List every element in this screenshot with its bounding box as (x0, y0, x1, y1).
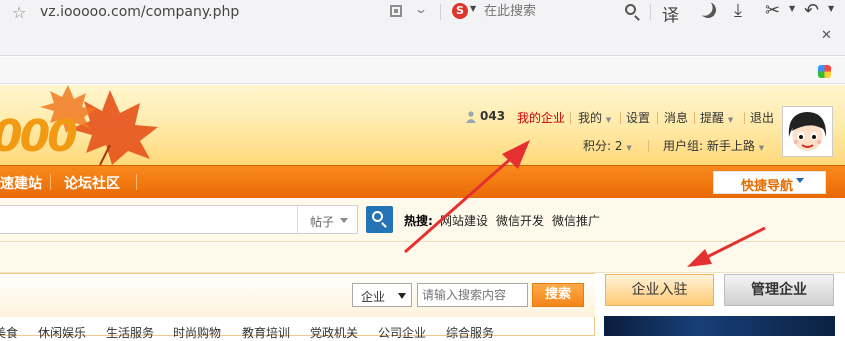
category-link[interactable]: 休闲娱乐 (38, 324, 86, 341)
bookmarks-bar (0, 57, 845, 84)
browser-search-input[interactable] (480, 2, 640, 22)
my-company-link[interactable]: 我的企业 (517, 109, 565, 126)
dark-mode-icon[interactable] (698, 0, 719, 20)
extension-icon[interactable] (818, 65, 831, 78)
reminders-link[interactable]: 提醒 ▼ (700, 109, 733, 126)
hot-search-link[interactable]: 网站建设 (440, 212, 488, 229)
user-group-label: 用户组: 新手上路 (663, 139, 755, 153)
chevron-down-icon[interactable]: ▼ (828, 4, 834, 13)
undo-icon[interactable]: ↶ (804, 0, 819, 21)
hot-search-link[interactable]: 微信推广 (552, 212, 600, 229)
category-link[interactable]: 公司企业 (378, 324, 426, 341)
divider (136, 174, 137, 190)
search-engine-dropdown-icon[interactable]: ▼ (470, 4, 476, 13)
site-search-button[interactable] (366, 206, 393, 233)
caret-down-icon (398, 293, 406, 299)
manage-company-button[interactable]: 管理企业 (724, 274, 834, 306)
search-type-select[interactable]: 帖子 (310, 213, 334, 230)
user-id[interactable]: 043 (480, 109, 505, 123)
divider (694, 112, 695, 124)
avatar-face-icon (788, 112, 827, 151)
category-select-value: 企业 (361, 290, 386, 304)
site-logo[interactable]: 000 (0, 111, 78, 162)
divider (50, 174, 51, 190)
reminders-label: 提醒 (700, 111, 725, 125)
divider (744, 112, 745, 124)
company-search-button[interactable]: 搜索 (532, 283, 584, 307)
close-icon[interactable]: ✕ (821, 28, 832, 43)
caret-down-icon: ▼ (605, 116, 612, 124)
promo-image[interactable] (604, 316, 835, 336)
company-enter-button[interactable]: 企业入驻 (605, 274, 714, 306)
category-link[interactable]: 教育培训 (242, 324, 290, 341)
category-link[interactable]: 综合服务 (446, 324, 494, 341)
browser-toolbar: ☆ vz.iooooo.com/company.php ⌄ S ▼ 译 ⤓ ✂ … (0, 0, 845, 56)
user-group-menu[interactable]: 用户组: 新手上路 ▼ (663, 137, 764, 154)
qr-code-icon[interactable] (390, 5, 402, 17)
site-search-input[interactable]: 帖子 (0, 205, 358, 234)
divider (650, 4, 651, 20)
hot-search-link[interactable]: 微信开发 (496, 212, 544, 229)
divider (297, 206, 298, 233)
category-link[interactable]: 美食 (0, 324, 18, 341)
chevron-down-icon[interactable]: ⌄ (414, 2, 428, 16)
download-icon[interactable]: ⤓ (734, 0, 742, 21)
caret-down-icon: ▼ (626, 144, 632, 152)
address-bar[interactable]: vz.iooooo.com/company.php (40, 4, 239, 20)
site-search-bar: 帖子 热搜: 网站建设 微信开发 微信推广 (0, 198, 845, 242)
points-menu[interactable]: 积分: 2 ▼ (583, 137, 632, 154)
divider (620, 112, 621, 124)
search-icon (372, 211, 383, 222)
category-link[interactable]: 生活服务 (106, 324, 154, 341)
screenshot-scissors-icon[interactable]: ✂ (765, 0, 780, 21)
nav-item-forum[interactable]: 论坛社区 (64, 173, 120, 193)
caret-down-icon: ▼ (727, 116, 734, 124)
main-nav: 速建站 论坛社区 快捷导航 (0, 165, 845, 198)
messages-link[interactable]: 消息 (664, 109, 688, 126)
search-engine-icon[interactable]: S (452, 3, 468, 19)
chevron-down-icon[interactable]: ▼ (789, 4, 795, 13)
breadcrumb-strip (0, 243, 845, 273)
quick-nav-label: 快捷导航 (741, 179, 794, 194)
divider (440, 4, 441, 20)
divider (657, 112, 658, 124)
translate-icon[interactable]: 译 (662, 1, 679, 26)
caret-down-icon (796, 178, 804, 183)
divider (648, 140, 649, 152)
divider (570, 112, 571, 124)
caret-down-icon[interactable] (340, 218, 348, 223)
my-menu-label: 我的 (578, 111, 603, 125)
nav-item-site-building[interactable]: 速建站 (0, 173, 42, 193)
caret-down-icon: ▼ (758, 144, 765, 152)
hot-search-label: 热搜: (404, 214, 433, 228)
user-icon (466, 111, 476, 123)
logout-link[interactable]: 退出 (750, 109, 774, 126)
bookmark-star-icon[interactable]: ☆ (12, 3, 26, 22)
site-banner: 000 043 我的企业 我的 ▼ 设置 消息 提醒 ▼ 退出 积分: 2 ▼ … (0, 85, 845, 165)
avatar[interactable] (782, 106, 833, 157)
search-icon[interactable] (625, 4, 636, 15)
category-link[interactable]: 党政机关 (310, 324, 358, 341)
category-select[interactable]: 企业 (352, 283, 412, 307)
company-keyword-input[interactable] (417, 283, 528, 307)
settings-link[interactable]: 设置 (626, 109, 650, 126)
quick-nav-button[interactable]: 快捷导航 (713, 171, 826, 194)
company-search-panel: 企业 搜索 美食 休闲娱乐 生活服务 时尚购物 教育培训 党政机关 公司企业 综… (0, 273, 595, 340)
category-link[interactable]: 时尚购物 (173, 324, 221, 341)
my-menu-link[interactable]: 我的 ▼ (578, 109, 611, 126)
points-label: 积分: 2 (583, 139, 623, 153)
